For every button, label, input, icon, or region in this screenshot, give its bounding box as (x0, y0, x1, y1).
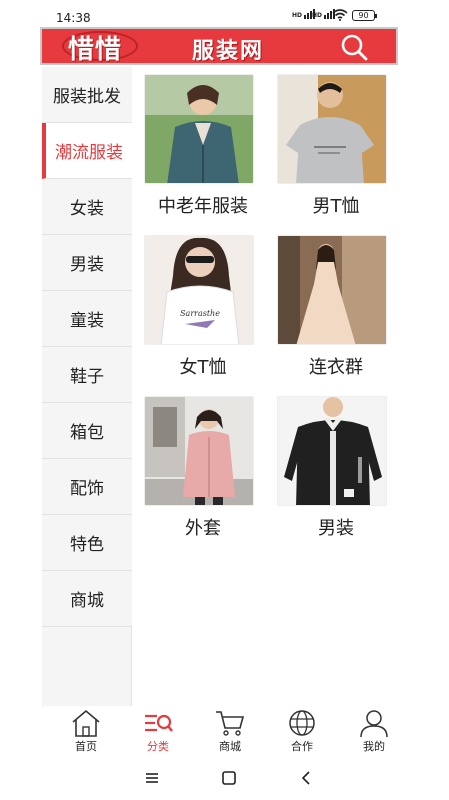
battery-icon: 90 (352, 10, 377, 21)
nav-mine[interactable]: 我的 (346, 706, 402, 762)
back-icon[interactable] (298, 770, 314, 786)
status-bar: 14:38 HD HD 90 (0, 0, 449, 28)
sidebar-item-kids[interactable]: 童装 (42, 291, 132, 347)
sidebar-item-trendy[interactable]: 潮流服装 (42, 123, 132, 179)
bottom-nav: 首页 分类 商城 合作 我的 (44, 706, 406, 762)
tshirt-photo (277, 74, 387, 184)
sidebar-item-mall[interactable]: 商城 (42, 571, 132, 627)
coat-photo (144, 396, 254, 506)
product-card[interactable]: 连衣群 (277, 235, 395, 378)
wifi-icon (332, 9, 348, 21)
jacket-photo (144, 74, 254, 184)
sidebar-item-accessories[interactable]: 配饰 (42, 459, 132, 515)
product-card[interactable]: 中老年服装 (144, 74, 262, 217)
sidebar-item-label: 服装批发 (53, 87, 121, 107)
nav-label: 分类 (147, 740, 169, 753)
sidebar-item-label: 箱包 (70, 423, 104, 443)
sidebar-item-featured[interactable]: 特色 (42, 515, 132, 571)
product-label: 女T恤 (179, 357, 227, 378)
product-label: 中老年服装 (158, 196, 248, 217)
app-logo: 惜惜 (68, 35, 123, 65)
status-time: 14:38 (56, 11, 91, 25)
product-label: 男装 (318, 518, 354, 539)
nav-label: 我的 (363, 740, 385, 753)
sidebar-item-women[interactable]: 女装 (42, 179, 132, 235)
battery-level: 90 (358, 11, 369, 20)
sidebar-item-label: 童装 (70, 311, 104, 331)
shirt-photo (277, 396, 387, 506)
product-card[interactable]: 男T恤 (277, 74, 395, 217)
nav-home[interactable]: 首页 (58, 706, 114, 762)
sidebar-item-bags[interactable]: 箱包 (42, 403, 132, 459)
product-label: 男T恤 (312, 196, 360, 217)
page-title: 服装网 (192, 38, 265, 64)
home-button-icon[interactable] (221, 770, 237, 786)
category-icon (145, 714, 173, 732)
sidebar-item-label: 鞋子 (70, 367, 104, 387)
sidebar-item-label: 女装 (70, 199, 104, 219)
sidebar-item-men[interactable]: 男装 (42, 235, 132, 291)
dress-photo (277, 235, 387, 345)
nav-label: 合作 (291, 740, 313, 753)
app-header: 惜惜 服装网 (40, 27, 398, 65)
nav-mall[interactable]: 商城 (202, 706, 258, 762)
sidebar-item-shoes[interactable]: 鞋子 (42, 347, 132, 403)
product-card[interactable]: Sarrasthe 女T恤 (144, 235, 262, 378)
sidebar-item-label: 潮流服装 (55, 143, 123, 163)
user-icon (360, 710, 388, 738)
category-sidebar: 服装批发 潮流服装 女装 男装 童装 鞋子 箱包 配饰 特色 商城 (42, 67, 132, 707)
nav-cooperate[interactable]: 合作 (274, 706, 330, 762)
product-card[interactable]: 外套 (144, 396, 262, 539)
product-card[interactable]: 男装 (277, 396, 395, 539)
system-nav-bar (0, 762, 449, 800)
cart-icon (216, 711, 245, 736)
nav-category[interactable]: 分类 (130, 706, 186, 762)
sidebar-item-wholesale[interactable]: 服装批发 (42, 67, 132, 123)
svg-text:Sarrasthe: Sarrasthe (180, 309, 220, 318)
nav-label: 商城 (219, 740, 241, 753)
search-icon[interactable] (338, 31, 370, 63)
nav-label: 首页 (75, 740, 97, 753)
menu-icon[interactable] (144, 770, 160, 786)
globe-icon (289, 710, 315, 736)
home-icon (72, 709, 100, 737)
tshirt-photo: Sarrasthe (144, 235, 254, 345)
sidebar-item-label: 配饰 (70, 479, 104, 499)
product-label: 外套 (185, 518, 221, 539)
sidebar-item-label: 特色 (70, 535, 104, 555)
sidebar-item-label: 男装 (70, 255, 104, 275)
product-label: 连衣群 (309, 357, 363, 378)
sidebar-item-label: 商城 (70, 591, 104, 611)
